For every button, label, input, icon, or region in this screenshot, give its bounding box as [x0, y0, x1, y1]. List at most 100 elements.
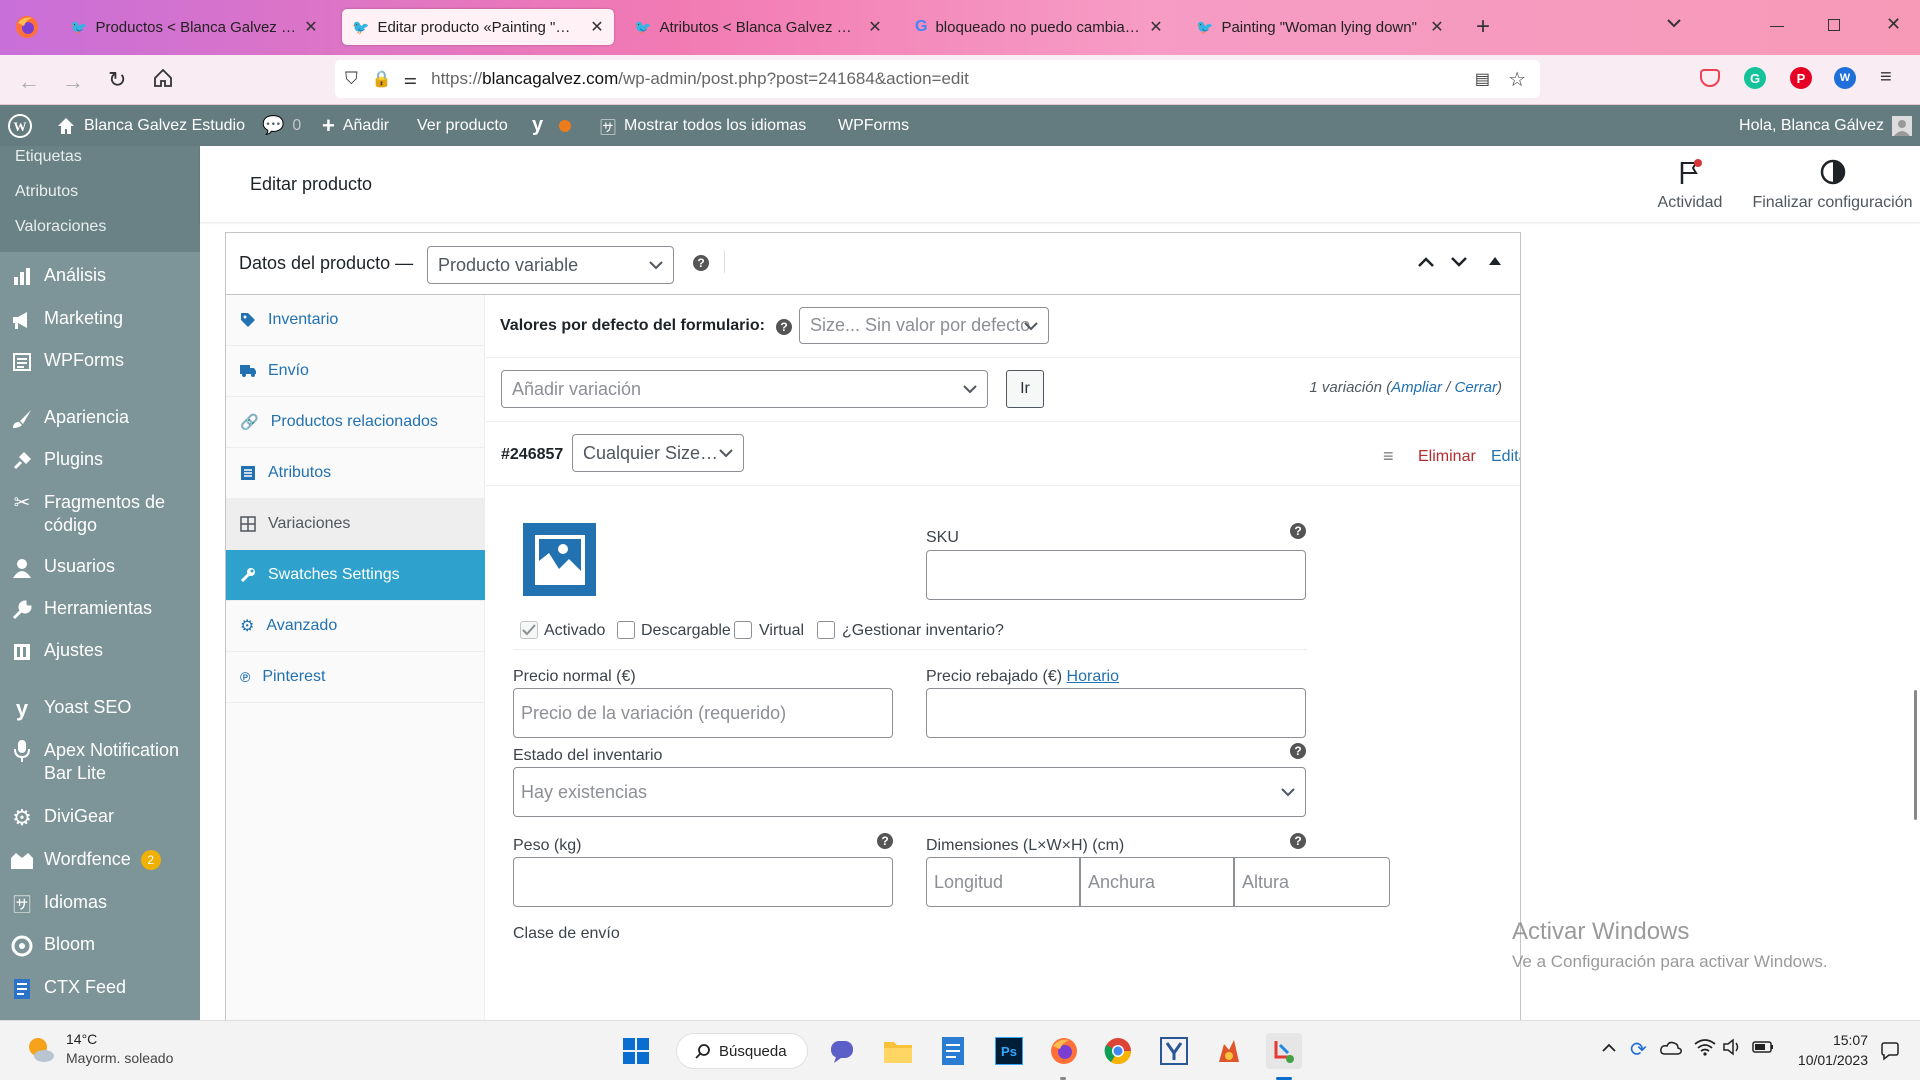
- variation-header[interactable]: #246857 Cualquier Size… ≡ Eliminar Edita…: [486, 422, 1520, 486]
- help-icon[interactable]: ?: [693, 255, 709, 271]
- add-variation-select[interactable]: Añadir variación: [501, 370, 988, 408]
- view-product-link[interactable]: Ver producto: [417, 105, 508, 146]
- help-icon[interactable]: ?: [1290, 743, 1306, 759]
- variation-image-upload[interactable]: [523, 523, 596, 596]
- lock-icon[interactable]: 🔒: [372, 69, 392, 89]
- move-up-icon[interactable]: [1417, 255, 1435, 269]
- weight-input[interactable]: [513, 857, 893, 907]
- forward-icon[interactable]: →: [62, 69, 84, 95]
- browser-tab[interactable]: 🐦 Atributos < Blanca Galvez Estudio ✕: [624, 9, 892, 45]
- tab-shipping[interactable]: Envío: [226, 346, 485, 397]
- tab-variations[interactable]: Variaciones: [226, 499, 485, 550]
- virtual-checkbox[interactable]: [734, 621, 752, 639]
- sidebar-item-marketing[interactable]: Marketing: [10, 308, 200, 332]
- sync-icon[interactable]: ⟳: [1630, 1037, 1647, 1062]
- notification-center-icon[interactable]: [1880, 1041, 1900, 1061]
- permissions-icon[interactable]: ⚌: [404, 70, 417, 88]
- languages-menu[interactable]: 🈂 Mostrar todos los idiomas: [600, 105, 806, 146]
- collapse-toggle-icon[interactable]: [1489, 257, 1501, 265]
- sidebar-item-users[interactable]: Usuarios: [10, 556, 200, 580]
- show-hidden-icons[interactable]: [1602, 1043, 1616, 1053]
- sidebar-item-appearance[interactable]: Apariencia: [10, 407, 200, 431]
- firefox-menu-icon[interactable]: [14, 14, 40, 40]
- yoast-menu[interactable]: y: [532, 105, 572, 146]
- volume-icon[interactable]: [1722, 1038, 1742, 1056]
- sidebar-subitem-attributes[interactable]: Atributos: [15, 183, 78, 201]
- home-icon[interactable]: [152, 67, 174, 89]
- pocket-icon[interactable]: [1700, 69, 1720, 87]
- close-tab-icon[interactable]: ✕: [868, 17, 882, 37]
- drag-handle-icon[interactable]: ≡: [1383, 446, 1394, 467]
- wordpress-logo-icon[interactable]: W: [8, 105, 32, 146]
- site-name-link[interactable]: Blanca Galvez Estudio: [56, 105, 245, 146]
- grammarly-icon[interactable]: G: [1744, 67, 1766, 89]
- activity-button[interactable]: Actividad: [1640, 158, 1740, 212]
- product-type-select[interactable]: Producto variable: [427, 246, 674, 284]
- tab-attributes[interactable]: Atributos: [226, 448, 485, 499]
- sidebar-item-divigear[interactable]: ⚙ DiviGear: [10, 805, 200, 830]
- close-tab-icon[interactable]: ✕: [1430, 17, 1444, 37]
- sidebar-item-yoast[interactable]: y Yoast SEO: [10, 696, 200, 721]
- shield-icon[interactable]: ⛉: [345, 69, 358, 89]
- sidebar-item-ctx-feed[interactable]: CTX Feed: [10, 977, 200, 1001]
- url-text[interactable]: https://blancagalvez.com/wp-admin/post.p…: [431, 69, 969, 89]
- sidebar-subitem-tags[interactable]: Etiquetas: [15, 148, 82, 166]
- enabled-checkbox[interactable]: [520, 621, 538, 639]
- wifi-icon[interactable]: [1694, 1038, 1716, 1056]
- help-icon[interactable]: ?: [776, 319, 792, 335]
- url-bar[interactable]: ⛉ 🔒 ⚌ https://blancagalvez.com/wp-admin/…: [335, 60, 1540, 98]
- edit-variation-link[interactable]: Editar: [1491, 448, 1520, 466]
- sidebar-item-bloom[interactable]: Bloom: [10, 934, 200, 958]
- user-account-menu[interactable]: Hola, Blanca Gálvez: [1739, 105, 1912, 146]
- default-size-select[interactable]: Size... Sin valor por defecto: [799, 307, 1049, 344]
- clock[interactable]: 15:07 10/01/2023: [1790, 1032, 1868, 1068]
- windows-start-icon[interactable]: [618, 1033, 654, 1069]
- tab-pinterest[interactable]: ℗ Pinterest: [226, 652, 485, 703]
- sidebar-item-plugins[interactable]: Plugins: [10, 449, 200, 473]
- sidebar-item-settings[interactable]: Ajustes: [10, 640, 200, 664]
- yoast-app-icon[interactable]: [1156, 1033, 1192, 1069]
- battery-icon[interactable]: [1752, 1041, 1774, 1053]
- sku-input[interactable]: [926, 550, 1306, 600]
- length-input[interactable]: Longitud: [926, 857, 1080, 907]
- move-down-icon[interactable]: [1450, 255, 1468, 269]
- tab-swatches-settings[interactable]: Swatches Settings: [226, 550, 485, 601]
- tab-advanced[interactable]: ⚙ Avanzado: [226, 601, 485, 652]
- help-icon[interactable]: ?: [877, 833, 893, 849]
- add-new-link[interactable]: + Añadir: [322, 105, 389, 146]
- hamburger-menu-icon[interactable]: ≡: [1880, 66, 1892, 89]
- height-input[interactable]: Altura: [1234, 857, 1390, 907]
- new-tab-icon[interactable]: +: [1476, 13, 1490, 41]
- help-icon[interactable]: ?: [1290, 523, 1306, 539]
- reader-view-icon[interactable]: ▤: [1475, 69, 1490, 89]
- taskbar-search[interactable]: Búsqueda: [676, 1033, 808, 1069]
- stock-status-select[interactable]: Hay existencias: [513, 767, 1306, 817]
- restore-icon[interactable]: [1828, 19, 1840, 31]
- chrome-icon[interactable]: [1100, 1033, 1136, 1069]
- manage-stock-checkbox[interactable]: [817, 621, 835, 639]
- regular-price-input[interactable]: Precio de la variación (requerido): [513, 688, 893, 738]
- sidebar-item-wpforms[interactable]: WPForms: [10, 350, 200, 374]
- tab-inventory[interactable]: Inventario: [226, 295, 485, 346]
- firefox-icon[interactable]: [1046, 1033, 1082, 1069]
- game-app-icon[interactable]: [1211, 1033, 1247, 1069]
- close-tab-icon[interactable]: ✕: [590, 17, 604, 37]
- onedrive-icon[interactable]: [1660, 1041, 1682, 1055]
- file-explorer-icon[interactable]: [880, 1033, 916, 1069]
- sidebar-item-analytics[interactable]: Análisis: [10, 265, 200, 289]
- document-app-icon[interactable]: [935, 1033, 971, 1069]
- sale-price-input[interactable]: [926, 688, 1306, 738]
- sidebar-item-tools[interactable]: Herramientas: [10, 598, 200, 622]
- finish-setup-button[interactable]: Finalizar configuración: [1745, 158, 1920, 212]
- sidebar-item-apex[interactable]: Apex Notification Bar Lite: [10, 739, 200, 785]
- page-scrollbar-thumb[interactable]: [1914, 690, 1917, 820]
- back-icon[interactable]: ←: [18, 69, 40, 95]
- weather-widget[interactable]: 14°C Mayorm. soleado: [24, 1031, 173, 1066]
- wpforms-link[interactable]: WPForms: [838, 105, 909, 146]
- help-icon[interactable]: ?: [1290, 833, 1306, 849]
- reload-icon[interactable]: ↻: [108, 67, 126, 93]
- tab-linked-products[interactable]: 🔗 Productos relacionados: [226, 397, 485, 448]
- close-all-link[interactable]: Cerrar: [1454, 379, 1497, 396]
- schedule-link[interactable]: Horario: [1067, 668, 1119, 685]
- comments-link[interactable]: 💬 0: [262, 105, 301, 146]
